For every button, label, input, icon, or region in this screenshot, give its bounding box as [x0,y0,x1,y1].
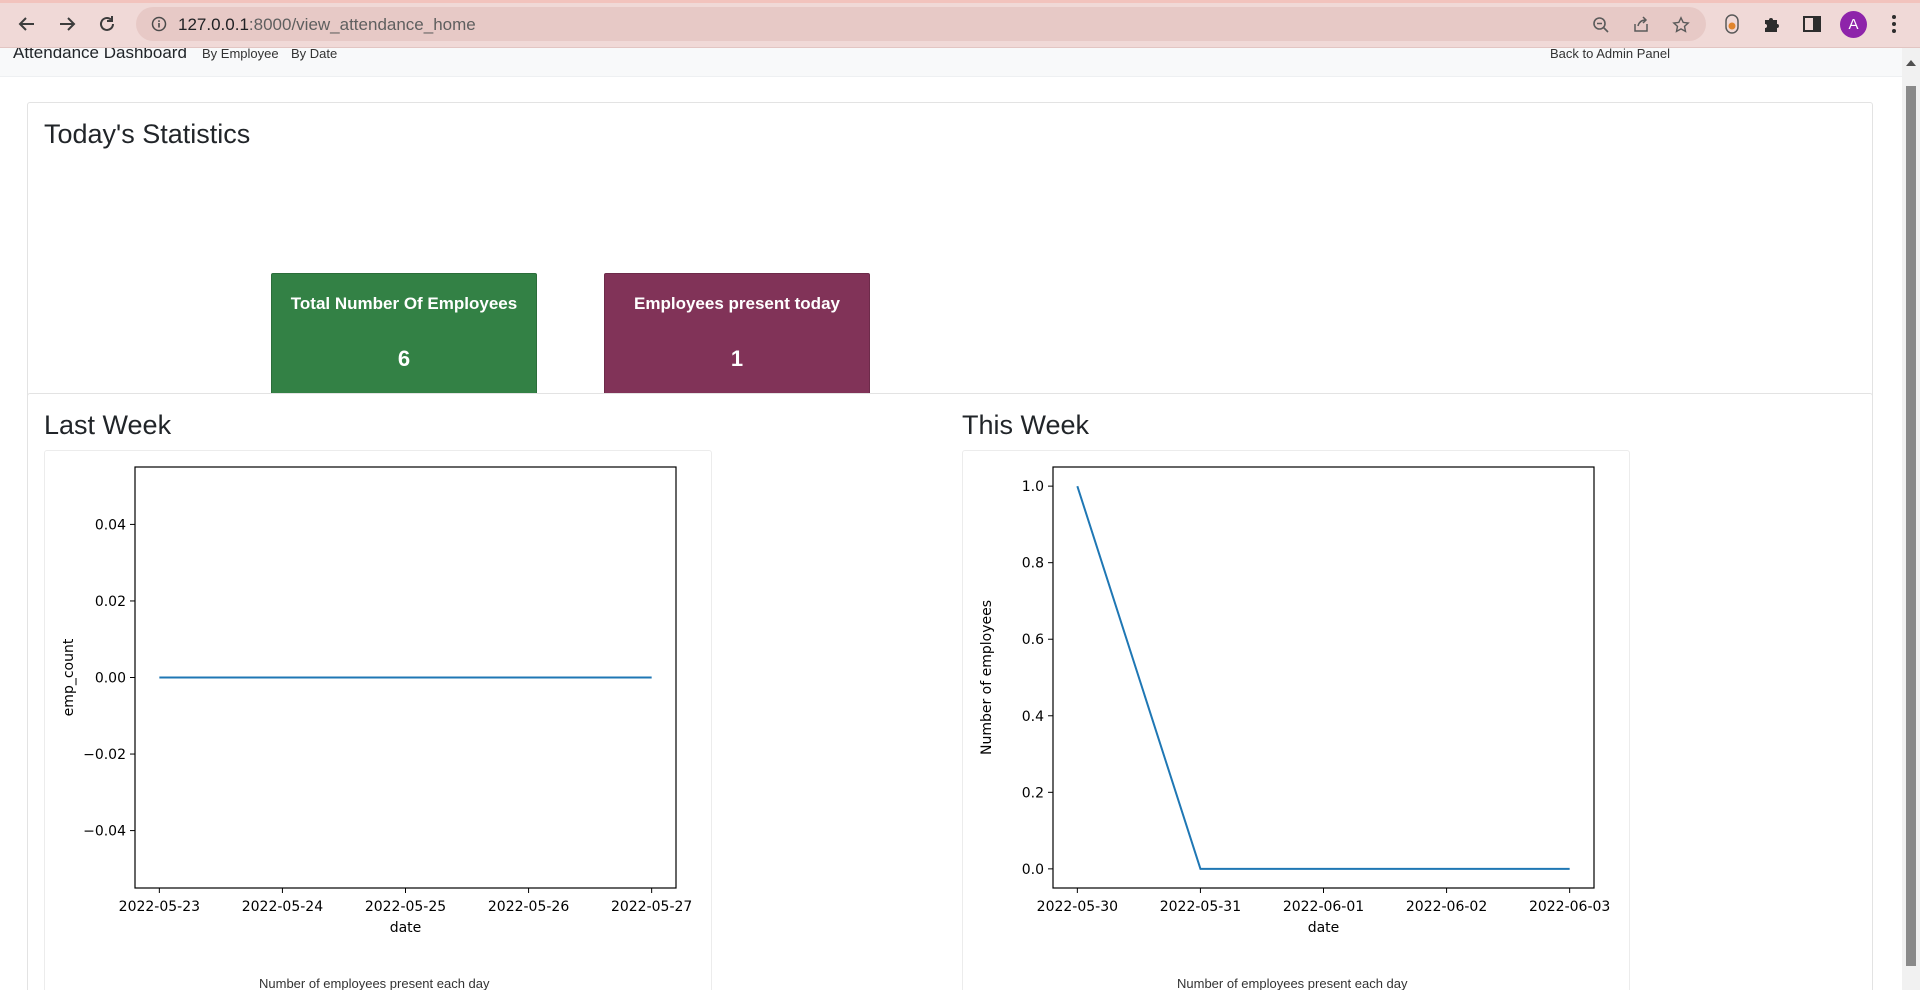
present-today-tile: Employees present today 1 [604,273,870,396]
chart1-xtick-label: 2022-05-31 [1160,899,1241,915]
chart0-ytick-label: 0.04 [95,517,126,533]
star-icon[interactable] [1670,14,1692,36]
chart0-ylabel: emp_count [61,638,77,716]
chart0-ytick-label: −0.04 [83,824,126,840]
menu-dots-icon[interactable] [1882,12,1906,36]
chart1-plot-border [1052,466,1595,889]
chart1-xlabel: date [1308,920,1340,936]
chart1-ylabel: Number of employees [979,600,995,755]
chart1-ytick-label: 0.2 [1022,785,1044,801]
chart0-xtick-label: 2022-05-23 [119,899,200,915]
back-arrow-icon[interactable] [12,10,42,38]
weekly-charts-card: Last Week This Week 0.04 0.02 0.00 −0.02 −0.… [27,393,1873,990]
this-week-chart: 1.0 0.8 0.6 0.4 0.2 0.0 2022-05-30 2022-05-31 20… [979,466,1610,936]
chart0-xlabel: date [390,920,422,936]
chart1-ytick-label: 0.8 [1022,556,1044,572]
chart1-xtick-label: 2022-05-30 [1037,899,1118,915]
info-icon[interactable] [150,15,168,33]
tab-strip-edge [0,0,1920,3]
chart0-ytick-label: 0.02 [95,594,126,610]
url-path: :8000/view_attendance_home [248,15,476,34]
chart0-ytick-label: −0.02 [83,747,126,763]
url-text[interactable]: 127.0.0.1:8000/view_attendance_home [178,15,476,35]
page-scrollbar[interactable] [1902,48,1920,990]
chart0-xtick-label: 2022-05-24 [242,899,323,915]
last-week-plot: 0.04 0.02 0.00 −0.02 −0.04 2022-05-23 2022-05-… [44,450,712,990]
chart1-series-line [1076,485,1570,870]
this-week-title: This Week [962,410,1090,440]
last-week-title: Last Week [44,410,172,440]
chart0-xtick-label: 2022-05-27 [611,899,692,915]
sidepanel-icon[interactable] [1800,12,1824,36]
back-to-admin-link[interactable]: Back to Admin Panel [1550,48,1670,61]
present-today-value: 1 [730,346,744,371]
nav-by-date[interactable]: By Date [291,48,337,61]
chart1-ytick-label: 0.4 [1022,709,1044,725]
chart1-ytick-label: 0.0 [1022,862,1044,878]
chart1-xtick-label: 2022-06-03 [1529,899,1610,915]
present-today-label: Employees present today [634,294,840,313]
extension-icon[interactable] [1720,12,1744,36]
navbar-brand[interactable]: Attendance Dashboard [13,48,187,63]
chart0-ytick-label: 0.00 [95,671,126,687]
chart1-ytick-label: 1.0 [1022,479,1044,495]
last-week-caption: Number of employees present each day [259,976,490,990]
share-icon[interactable] [1630,14,1652,36]
reload-icon[interactable] [92,10,122,38]
total-employees-label: Total Number Of Employees [290,294,518,313]
puzzle-icon[interactable] [1760,12,1784,36]
total-employees-value: 6 [397,346,411,371]
today-stats-card: Today's Statistics Total Number Of Emplo… [27,102,1873,416]
total-employees-tile: Total Number Of Employees 6 [271,273,537,396]
profile-avatar[interactable]: A [1840,11,1867,38]
browser-toolbar: 127.0.0.1:8000/view_attendance_home A [0,0,1920,48]
chart1-ytick-label: 0.6 [1022,632,1044,648]
scroll-up-arrow-icon[interactable] [1906,54,1916,72]
chart1-xtick-label: 2022-06-02 [1406,899,1487,915]
chart0-xtick-label: 2022-05-26 [488,899,569,915]
url-host: 127.0.0.1 [178,15,249,34]
chart0-xtick-label: 2022-05-25 [365,899,446,915]
today-stats-title: Today's Statistics [44,119,251,149]
top-navbar: Attendance Dashboard By Employee By Date… [0,48,1902,77]
address-bar[interactable]: 127.0.0.1:8000/view_attendance_home [136,7,1706,41]
page-viewport: Attendance Dashboard By Employee By Date… [0,48,1902,990]
scroll-thumb[interactable] [1906,86,1916,966]
last-week-chart: 0.04 0.02 0.00 −0.02 −0.04 2022-05-23 2022-05-… [61,466,692,936]
nav-by-employee[interactable]: By Employee [202,48,279,61]
forward-arrow-icon[interactable] [52,10,82,38]
chart1-xtick-label: 2022-06-01 [1283,899,1364,915]
this-week-caption: Number of employees present each day [1177,976,1408,990]
this-week-plot: 1.0 0.8 0.6 0.4 0.2 0.0 2022-05-30 2022-05-31 20… [962,450,1630,990]
zoom-icon[interactable] [1590,14,1612,36]
